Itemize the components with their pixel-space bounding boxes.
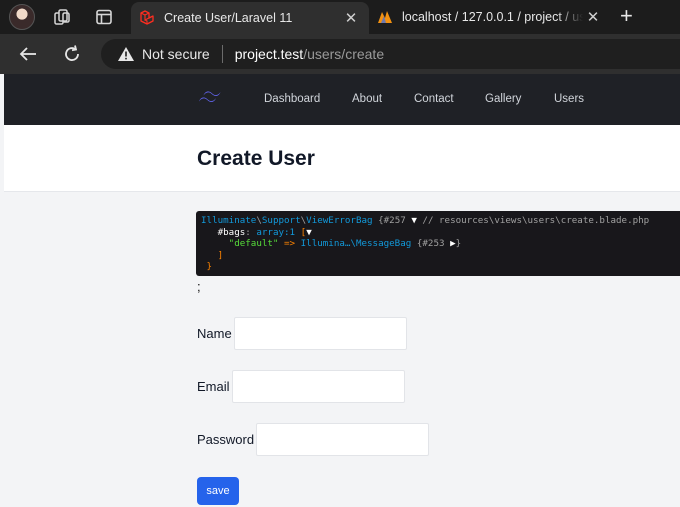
tab-title: localhost / 127.0.0.1 / project / use	[402, 10, 583, 24]
nav-gallery-link[interactable]: Gallery	[485, 93, 521, 105]
workspaces-icon[interactable]	[53, 8, 71, 26]
email-label: Email	[197, 379, 230, 394]
url-path: /users/create	[303, 46, 385, 62]
page-header: Create User	[4, 125, 680, 192]
nav-contact-link[interactable]: Contact	[414, 93, 454, 105]
password-input[interactable]	[256, 423, 430, 456]
page-title: Create User	[197, 147, 315, 170]
tab-title: Create User/Laravel 11	[164, 11, 293, 25]
tab-phpmyadmin[interactable]: localhost / 127.0.0.1 / project / use ✕	[371, 0, 611, 34]
address-bar: Not secure project.test /users/create	[0, 34, 680, 74]
security-label[interactable]: Not secure	[142, 46, 210, 62]
page-content: Dashboard About Contact Gallery Users Cr…	[4, 74, 680, 507]
tab-create-user[interactable]: Create User/Laravel 11 ✕	[131, 2, 369, 34]
tailwind-logo-icon[interactable]	[197, 89, 223, 107]
email-input[interactable]	[231, 370, 405, 403]
url-host: project.test	[234, 46, 304, 62]
name-row: Name	[197, 317, 407, 350]
password-label: Password	[197, 432, 255, 447]
back-arrow-icon[interactable]	[17, 43, 39, 65]
tab-actions-icon[interactable]	[95, 8, 113, 26]
save-button[interactable]: save	[197, 477, 239, 505]
reload-icon[interactable]	[61, 43, 83, 65]
close-tab-icon[interactable]: ✕	[341, 9, 361, 27]
email-row: Email	[197, 370, 405, 403]
close-tab-icon[interactable]: ✕	[583, 8, 603, 26]
browser-tab-bar: Create User/Laravel 11 ✕ localhost / 127…	[0, 0, 680, 34]
laravel-icon	[140, 10, 154, 25]
nav-dashboard-link[interactable]: Dashboard	[264, 93, 320, 105]
debug-dump-panel: Illuminate\Support\ViewErrorBag {#257 ▼ …	[196, 211, 680, 276]
stray-semicolon: ;	[197, 279, 201, 294]
profile-avatar[interactable]	[9, 4, 35, 30]
nav-users-link[interactable]: Users	[554, 93, 584, 105]
name-input[interactable]	[233, 317, 407, 350]
name-label: Name	[197, 326, 232, 341]
password-row: Password	[197, 423, 430, 456]
site-navbar: Dashboard About Contact Gallery Users	[4, 74, 680, 125]
phpmyadmin-icon	[378, 11, 392, 23]
nav-about-link[interactable]: About	[352, 93, 382, 105]
url-field[interactable]: Not secure project.test /users/create	[101, 39, 680, 69]
warning-triangle-icon[interactable]	[117, 46, 135, 62]
new-tab-plus-icon[interactable]: +	[620, 4, 633, 28]
dump-toggle-icon[interactable]: ▼	[411, 215, 417, 226]
dump-toggle-icon[interactable]: ▼	[306, 227, 312, 238]
